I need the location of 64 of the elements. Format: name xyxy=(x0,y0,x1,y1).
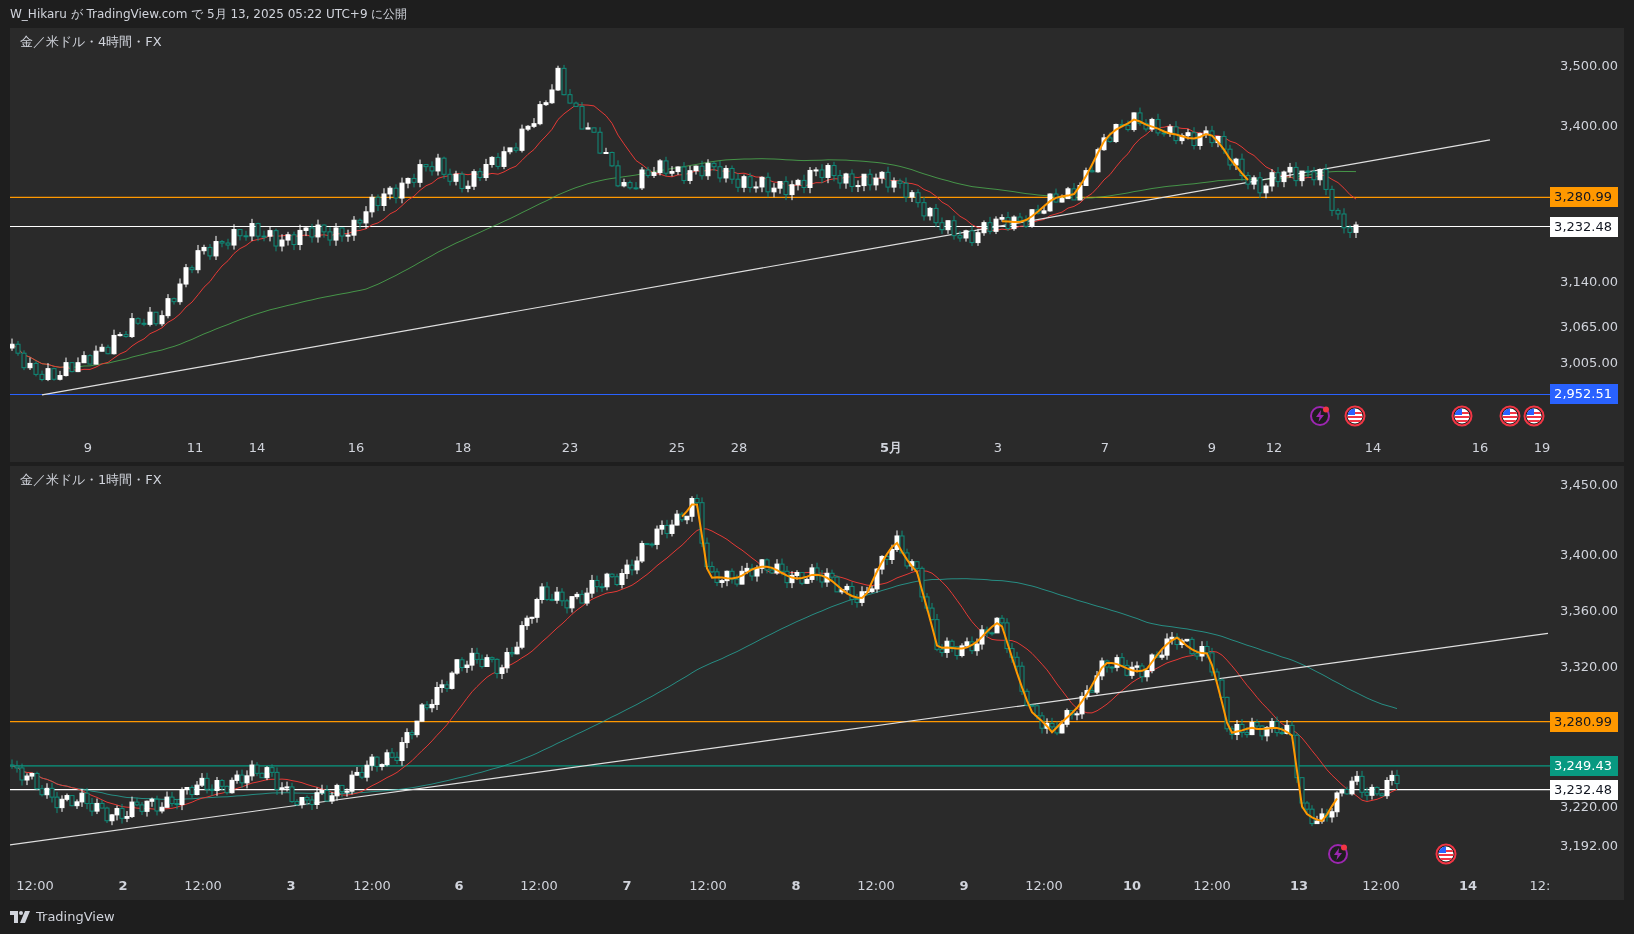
time-axis-label: 11 xyxy=(186,439,204,457)
logo-icon xyxy=(10,911,30,923)
lightning-event-icon[interactable] xyxy=(1327,843,1349,865)
time-axis-label: 9 xyxy=(959,877,969,895)
price-axis-label: 3,320.00 xyxy=(1560,659,1618,675)
time-axis-label: 12:00 xyxy=(16,877,54,895)
price-axis-label: 3,065.00 xyxy=(1560,319,1618,335)
time-axis-label: 23 xyxy=(561,439,579,457)
flag-event-icon[interactable] xyxy=(1499,405,1521,427)
flag-event-icon[interactable] xyxy=(1523,405,1545,427)
lightning-event-icon[interactable] xyxy=(1309,405,1331,427)
time-axis-label: 25 xyxy=(668,439,686,457)
time-axis-label: 10 xyxy=(1122,877,1142,895)
price-tag: 3,280.99 xyxy=(1550,711,1618,732)
brand-name: TradingView xyxy=(36,908,115,927)
price-axis-label: 3,192.00 xyxy=(1560,838,1618,855)
time-axis-label: 12:00 xyxy=(353,877,391,895)
time-axis-label: 8 xyxy=(791,877,801,895)
time-axis-label: 12:00 xyxy=(689,877,727,895)
price-axis-label: 3,500.00 xyxy=(1560,58,1618,74)
time-axis-label: 12:00 xyxy=(520,877,558,895)
chart-title: 金／米ドル・4時間・FX xyxy=(18,32,164,52)
time-axis-label: 3 xyxy=(993,439,1003,457)
flag-event-icon[interactable] xyxy=(1435,843,1457,865)
time-axis-label: 12:00 xyxy=(1025,877,1063,895)
time-axis-label: 13 xyxy=(1289,877,1309,895)
time-axis-label: 9 xyxy=(83,439,93,457)
time-axis-label: 12:00 xyxy=(184,877,222,895)
time-axis-label: 9 xyxy=(1207,439,1217,457)
time-axis-label: 6 xyxy=(454,877,464,895)
price-tag: 3,280.99 xyxy=(1550,187,1618,208)
price-axis-label: 3,360.00 xyxy=(1560,603,1618,619)
chart-title: 金／米ドル・1時間・FX xyxy=(18,470,164,490)
time-axis-label: 12:00 xyxy=(1193,877,1231,895)
time-axis-label: 12:00 xyxy=(1362,877,1400,895)
price-axis-label: 3,400.00 xyxy=(1560,118,1618,134)
time-axis-label: 14 xyxy=(248,439,266,457)
price-axis-label: 3,220.00 xyxy=(1560,799,1618,815)
time-axis-label: 12 xyxy=(1265,439,1283,457)
time-axis-label: 2 xyxy=(118,877,128,895)
price-tag: 3,249.43 xyxy=(1550,755,1618,776)
time-axis-label: 5月 xyxy=(880,439,902,457)
time-axis-label: 16 xyxy=(347,439,365,457)
time-axis-label: 12:00 xyxy=(857,877,895,895)
time-axis-label: 7 xyxy=(1100,439,1110,457)
price-tag: 2,952.51 xyxy=(1550,384,1618,405)
time-axis-label: 14 xyxy=(1458,877,1478,895)
time-axis-label: 3 xyxy=(286,877,296,895)
time-axis-label: 19 xyxy=(1533,439,1551,457)
time-axis-label: 28 xyxy=(730,439,748,457)
price-tag: 3,232.48 xyxy=(1550,779,1618,800)
flag-event-icon[interactable] xyxy=(1344,405,1366,427)
publish-info: W_Hikaru が TradingView.com で 5月 13, 2025 05:22 UTC+9 に公開 xyxy=(10,6,408,23)
price-tag: 3,232.48 xyxy=(1550,216,1618,237)
price-axis-label: 3,450.00 xyxy=(1560,477,1618,493)
price-axis-label: 3,140.00 xyxy=(1560,274,1618,290)
price-axis-label: 3,005.00 xyxy=(1560,355,1618,371)
time-axis-label: 12: xyxy=(1529,877,1551,895)
time-axis-label: 14 xyxy=(1364,439,1382,457)
time-axis-label: 18 xyxy=(454,439,472,457)
time-axis-label: 16 xyxy=(1471,439,1489,457)
flag-event-icon[interactable] xyxy=(1451,405,1473,427)
price-axis-label: 3,400.00 xyxy=(1560,547,1618,563)
time-axis-label: 7 xyxy=(622,877,632,895)
